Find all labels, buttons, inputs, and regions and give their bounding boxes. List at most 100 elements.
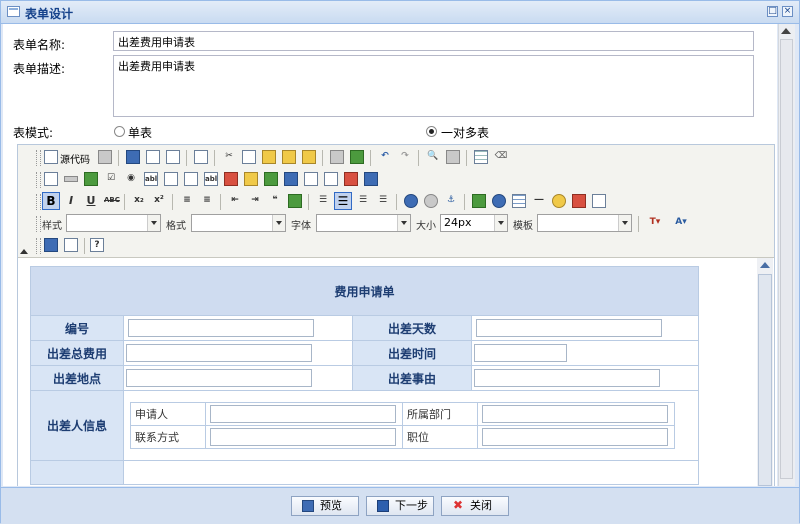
strikethrough-icon[interactable]: ABC: [104, 194, 120, 208]
scroll-up-icon[interactable]: [760, 262, 770, 268]
format-select[interactable]: [191, 214, 286, 232]
italic-button[interactable]: I: [64, 195, 78, 209]
list-view-icon[interactable]: [304, 172, 318, 186]
print-icon[interactable]: [330, 150, 344, 164]
mode-one-to-many-radio[interactable]: [426, 126, 437, 137]
next-step-button[interactable]: 下一步: [366, 496, 434, 516]
mode-single-radio[interactable]: [114, 126, 125, 137]
form-name-input[interactable]: 出差费用申请表: [113, 31, 754, 51]
style-select[interactable]: [66, 214, 161, 232]
align-left-icon[interactable]: ☰: [316, 194, 330, 208]
templates-icon[interactable]: [194, 150, 208, 164]
align-center-icon[interactable]: ☰: [334, 192, 352, 210]
bullet-list-icon[interactable]: ≡: [200, 194, 214, 208]
spellcheck-icon[interactable]: [350, 150, 364, 164]
restore-icon[interactable]: □: [767, 6, 778, 17]
save-icon[interactable]: [126, 150, 140, 164]
bold-button[interactable]: B: [42, 192, 60, 210]
applicant-input[interactable]: [210, 405, 396, 423]
form-desc-textarea[interactable]: 出差费用申请表: [113, 55, 754, 117]
form-icon[interactable]: [44, 172, 58, 186]
blockquote-icon[interactable]: ❝: [268, 194, 282, 208]
contact-input[interactable]: [210, 428, 396, 446]
undo-icon[interactable]: ↶: [378, 150, 392, 164]
underline-button[interactable]: U: [84, 195, 98, 209]
scroll-thumb[interactable]: [780, 39, 793, 479]
show-blocks-icon[interactable]: [64, 238, 78, 252]
subscript-icon[interactable]: x₂: [132, 194, 146, 208]
close-icon[interactable]: ×: [782, 6, 793, 17]
superscript-icon[interactable]: x²: [152, 194, 166, 208]
anchor-icon[interactable]: ⚓: [444, 194, 458, 208]
preview-icon[interactable]: [166, 150, 180, 164]
source-button-label[interactable]: 源代码: [60, 151, 90, 166]
smiley-icon[interactable]: [552, 194, 566, 208]
user-field-icon[interactable]: [284, 172, 298, 186]
size-select[interactable]: 24px: [440, 214, 508, 232]
flash-icon[interactable]: [492, 194, 506, 208]
layers-icon[interactable]: [344, 172, 358, 186]
table-icon[interactable]: [512, 194, 526, 208]
textfield-icon[interactable]: abl: [144, 172, 158, 186]
select-all-icon[interactable]: [474, 150, 488, 164]
close-button[interactable]: ✖ 关闭: [441, 496, 509, 516]
paste-text-icon[interactable]: [282, 150, 296, 164]
page-break-icon[interactable]: [592, 194, 606, 208]
sub-table-icon[interactable]: [324, 172, 338, 186]
font-select[interactable]: [316, 214, 411, 232]
copy-icon[interactable]: [242, 150, 256, 164]
number-input[interactable]: [128, 319, 314, 337]
window-scrollbar[interactable]: [778, 24, 795, 486]
position-input[interactable]: [482, 428, 668, 446]
editor-content-area[interactable]: 费用申请单 编号 出差天数 出差总费用 出差时间 出差地点 出差事由 出差人信息…: [18, 258, 774, 486]
bg-color-icon[interactable]: A▾: [670, 216, 692, 230]
image-icon[interactable]: [472, 194, 486, 208]
trip-days-input[interactable]: [476, 319, 662, 337]
unlink-icon[interactable]: [424, 194, 438, 208]
source-icon[interactable]: [44, 150, 58, 164]
find-icon[interactable]: 🔍: [426, 150, 440, 164]
text-color-icon[interactable]: T▾: [644, 216, 666, 230]
data-control-icon[interactable]: [364, 172, 378, 186]
link-icon[interactable]: [404, 194, 418, 208]
indent-icon[interactable]: ⇥: [248, 194, 262, 208]
cut-icon[interactable]: ✂: [222, 150, 236, 164]
replace-icon[interactable]: [446, 150, 460, 164]
numbered-list-icon[interactable]: ≡: [180, 194, 194, 208]
department-input[interactable]: [482, 405, 668, 423]
select-field-icon[interactable]: [184, 172, 198, 186]
editor-scrollbar[interactable]: [757, 258, 773, 486]
copy-format-icon[interactable]: [98, 150, 112, 164]
radio-icon[interactable]: ◉: [124, 172, 138, 186]
horizontal-rule-icon[interactable]: ―: [532, 194, 546, 208]
textarea-icon[interactable]: [164, 172, 178, 186]
location-input[interactable]: [126, 369, 312, 387]
maximize-icon[interactable]: [44, 238, 58, 252]
macro-icon[interactable]: [264, 172, 278, 186]
div-container-icon[interactable]: [288, 194, 302, 208]
align-right-icon[interactable]: ☰: [356, 194, 370, 208]
paste-word-icon[interactable]: [302, 150, 316, 164]
template-select[interactable]: [537, 214, 632, 232]
button-field-icon[interactable]: abl: [204, 172, 218, 186]
new-page-icon[interactable]: [146, 150, 160, 164]
paste-icon[interactable]: [262, 150, 276, 164]
scroll-thumb[interactable]: [758, 274, 772, 486]
checkbox-icon[interactable]: ☑: [104, 172, 118, 186]
justify-icon[interactable]: ☰: [376, 194, 390, 208]
reason-input[interactable]: [474, 369, 660, 387]
trip-time-input[interactable]: [474, 344, 567, 362]
remove-format-icon[interactable]: ⌫: [494, 150, 508, 164]
image-button-icon[interactable]: [84, 172, 98, 186]
redo-icon[interactable]: ↷: [398, 150, 412, 164]
scroll-up-icon[interactable]: [781, 28, 791, 34]
edit-field-icon[interactable]: [244, 172, 258, 186]
total-cost-input[interactable]: [126, 344, 312, 362]
preview-button[interactable]: 预览: [291, 496, 359, 516]
help-icon[interactable]: ?: [90, 238, 104, 252]
hidden-field-icon[interactable]: [64, 176, 78, 182]
collapse-toolbar-icon[interactable]: [20, 249, 28, 254]
outdent-icon[interactable]: ⇤: [228, 194, 242, 208]
calendar-field-icon[interactable]: [224, 172, 238, 186]
special-char-icon[interactable]: [572, 194, 586, 208]
